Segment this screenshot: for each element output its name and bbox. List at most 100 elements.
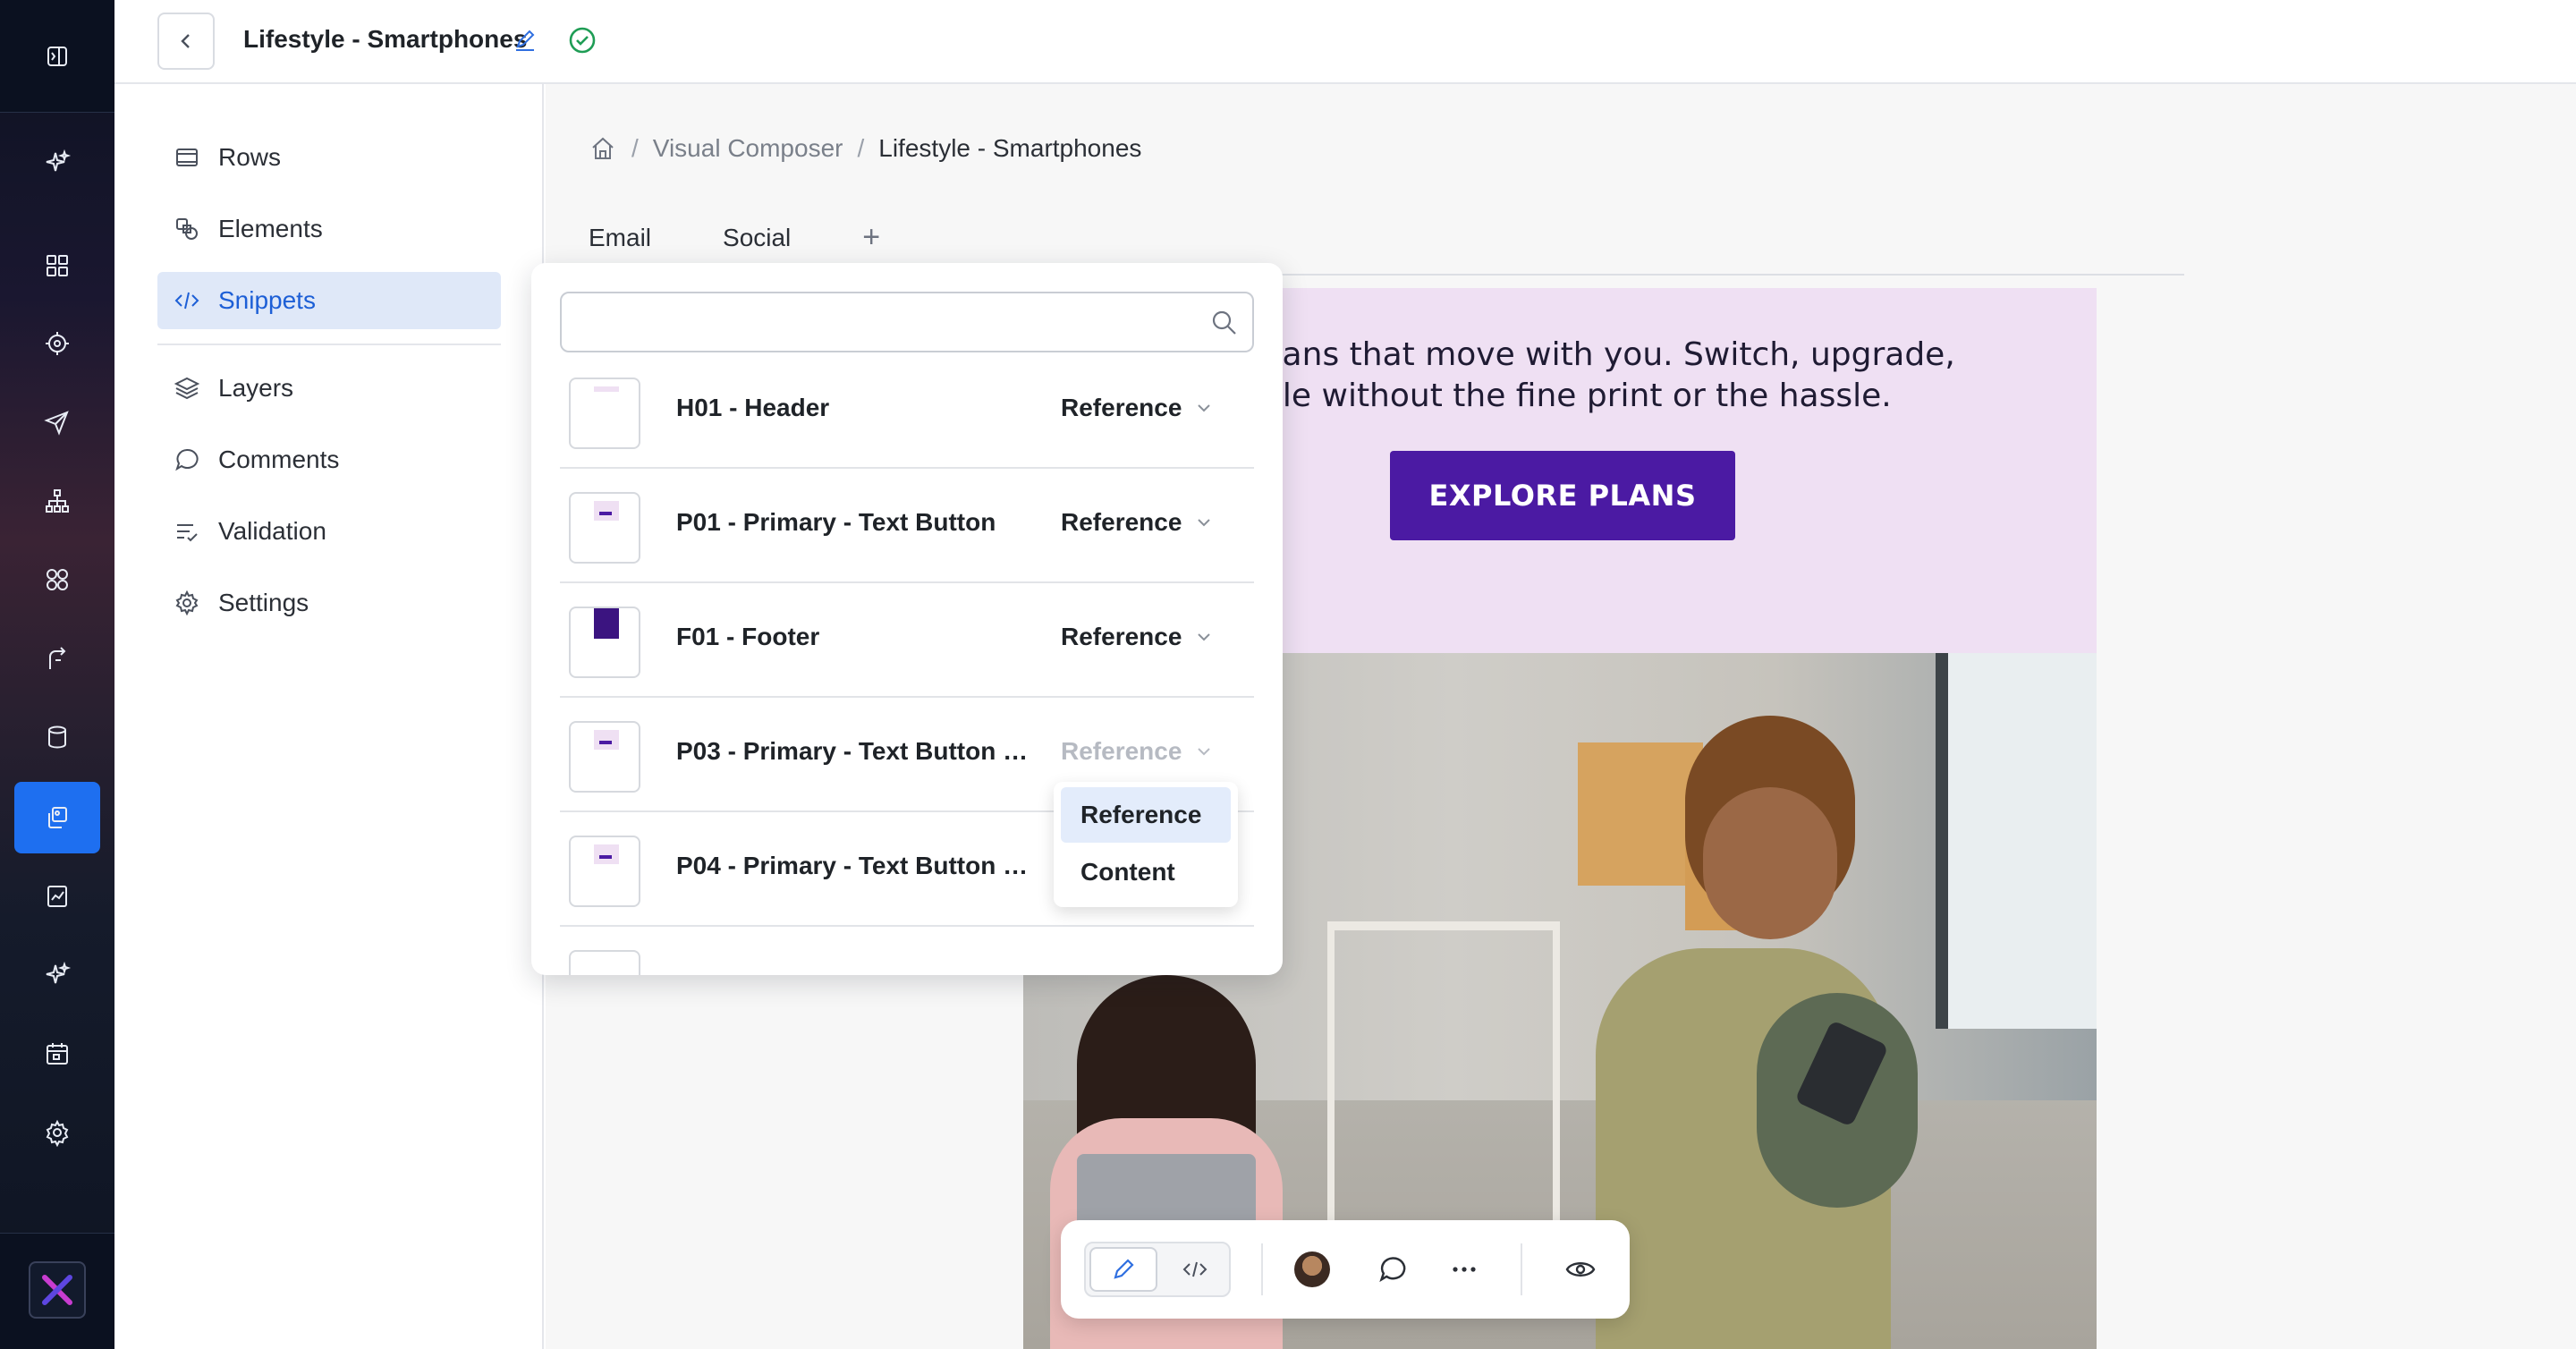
sidebar-item-comments[interactable]: Comments [157, 431, 501, 488]
snippet-thumbnail [569, 492, 640, 564]
snippet-row[interactable]: H01 - Header Reference [560, 354, 1254, 469]
snippet-mode-dropdown: Reference Content [1054, 782, 1238, 907]
collaborator-avatar[interactable] [1290, 1247, 1335, 1292]
pencil-icon [1114, 1259, 1134, 1279]
snippet-name: F01 - Footer [676, 623, 820, 650]
add-tab-button[interactable]: + [862, 220, 880, 255]
send-icon[interactable] [14, 386, 100, 458]
explore-plans-button[interactable]: EXPLORE PLANS [1390, 451, 1735, 540]
chevron-down-icon [1198, 748, 1211, 756]
toolbar-divider [1521, 1243, 1522, 1295]
photo-window [1936, 653, 2097, 1029]
collapse-sidebar-icon[interactable] [14, 21, 100, 92]
snippet-row[interactable]: F01 - Footer Reference [560, 583, 1254, 698]
brand-logo[interactable] [29, 1261, 86, 1319]
edit-title-icon[interactable] [512, 27, 538, 54]
breadcrumb: / Visual Composer / Lifestyle - Smartpho… [589, 134, 1141, 163]
more-options-button[interactable] [1442, 1247, 1487, 1292]
settings-gear-icon[interactable] [14, 1097, 100, 1168]
sidebar-item-validation[interactable]: Validation [157, 503, 501, 560]
snippet-search [560, 292, 1254, 352]
document-title: Lifestyle - Smartphones [243, 25, 528, 53]
photo-person-face [1703, 787, 1837, 939]
eye-icon [1565, 1262, 1596, 1277]
snippet-mode-select[interactable]: Reference [1061, 508, 1214, 537]
sidebar-item-label: Rows [218, 143, 282, 171]
content-library-icon[interactable] [14, 782, 100, 853]
snippet-mode-value: Reference [1061, 394, 1182, 421]
snippet-mode-select[interactable]: Reference [1061, 737, 1214, 766]
tab-social[interactable]: Social [723, 224, 791, 252]
snippet-name: P04 - Primary - Text Button Im... [676, 852, 1034, 879]
preview-button[interactable] [1558, 1247, 1603, 1292]
back-button[interactable] [157, 13, 215, 70]
sidebar-item-settings[interactable]: Settings [157, 574, 501, 632]
snippet-mode-value: Reference [1061, 508, 1182, 536]
dropdown-option-content[interactable]: Content [1061, 844, 1231, 900]
components-icon[interactable] [14, 544, 100, 615]
code-icon [174, 292, 199, 310]
snippet-thumbnail [569, 378, 640, 449]
snippet-thumbnail [569, 607, 640, 678]
rows-icon [176, 148, 198, 166]
hierarchy-icon[interactable] [14, 465, 100, 537]
mode-toggle [1084, 1242, 1231, 1297]
tabs-underline [1136, 274, 2184, 276]
chevron-left-icon [181, 34, 190, 48]
toolbar-divider [1261, 1243, 1263, 1295]
photo-corkboard [1578, 742, 1703, 886]
tab-email[interactable]: Email [589, 224, 651, 252]
comments-button[interactable] [1370, 1247, 1415, 1292]
sidebar-item-label: Validation [218, 517, 326, 545]
design-mode-button[interactable] [1089, 1247, 1157, 1292]
sidebar-item-label: Layers [218, 374, 294, 402]
shapes-icon [176, 218, 198, 240]
snippet-row[interactable] [560, 927, 1254, 975]
sidebar-item-label: Snippets [218, 286, 316, 314]
comment-icon [175, 448, 199, 471]
home-icon[interactable] [589, 134, 617, 163]
checklist-icon [177, 524, 198, 542]
layers-icon [174, 377, 200, 400]
snippet-mode-select[interactable]: Reference [1061, 394, 1214, 422]
journey-icon[interactable] [14, 623, 100, 694]
search-icon[interactable] [1209, 308, 1240, 338]
snippet-row[interactable]: P01 - Primary - Text Button Reference [560, 469, 1254, 583]
snippet-name: P03 - Primary - Text Button Im... [676, 737, 1034, 765]
sidebar-item-layers[interactable]: Layers [157, 360, 501, 417]
snippet-search-input[interactable] [576, 302, 1193, 342]
gear-icon [175, 590, 199, 616]
snippet-name: H01 - Header [676, 394, 830, 421]
dashboard-icon[interactable] [14, 230, 100, 301]
editor-sidebar: Rows Elements Snippets Layers Comments V… [114, 84, 544, 1349]
code-icon [1182, 1261, 1208, 1277]
comment-icon [1379, 1257, 1406, 1283]
avatar [1294, 1251, 1330, 1287]
saved-check-icon [569, 27, 596, 54]
sidebar-item-rows[interactable]: Rows [157, 129, 501, 186]
target-icon[interactable] [14, 308, 100, 379]
reports-icon[interactable] [14, 861, 100, 932]
sidebar-item-elements[interactable]: Elements [157, 200, 501, 258]
bottom-toolbar [1061, 1220, 1630, 1319]
channel-tabs: Email Social + [589, 220, 880, 255]
sidebar-divider [157, 344, 501, 345]
breadcrumb-separator: / [631, 134, 639, 162]
snippet-thumbnail [569, 950, 640, 975]
sidebar-item-snippets[interactable]: Snippets [157, 272, 501, 329]
database-icon[interactable] [14, 701, 100, 773]
breadcrumb-link[interactable]: Visual Composer [653, 134, 843, 163]
sidebar-item-label: Comments [218, 445, 340, 473]
app-rail [0, 0, 114, 1349]
calendar-icon[interactable] [14, 1018, 100, 1090]
sidebar-item-label: Elements [218, 215, 323, 242]
dropdown-option-reference[interactable]: Reference [1061, 787, 1231, 843]
sparkle-icon[interactable] [14, 939, 100, 1011]
code-mode-button[interactable] [1161, 1247, 1229, 1292]
more-horizontal-icon [1453, 1267, 1476, 1272]
breadcrumb-current: Lifestyle - Smartphones [878, 134, 1142, 162]
snippet-name: P01 - Primary - Text Button [676, 508, 996, 536]
snippet-mode-select[interactable]: Reference [1061, 623, 1214, 651]
breadcrumb-separator: / [857, 134, 865, 162]
ai-sparkle-icon[interactable] [14, 127, 100, 199]
